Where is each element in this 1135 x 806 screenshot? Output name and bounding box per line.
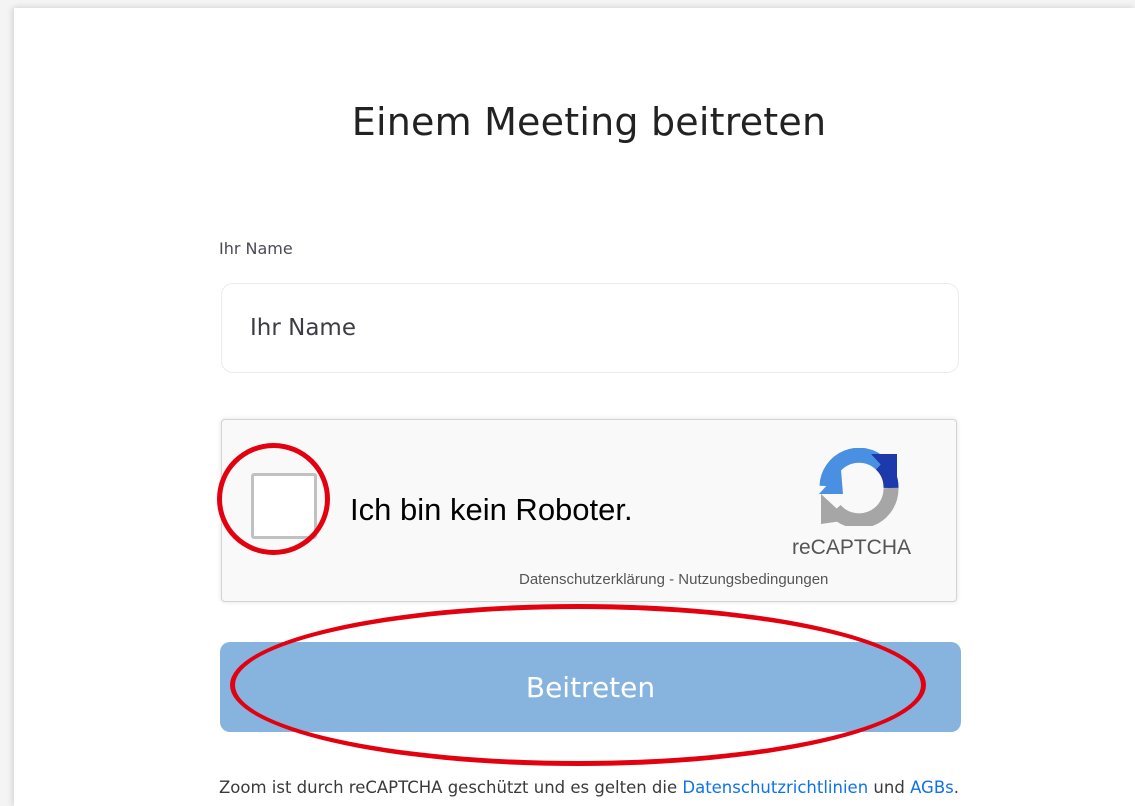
recaptcha-checkbox[interactable] — [251, 473, 317, 539]
footer-privacy-link[interactable]: Datenschutzrichtlinien — [682, 778, 868, 797]
recaptcha-links: Datenschutzerklärung - Nutzungsbedingung… — [519, 571, 828, 588]
recaptcha-widget: Ich bin kein Roboter. reCAPTCHA Datensch… — [221, 419, 957, 602]
page-title: Einem Meeting beitreten — [351, 100, 827, 144]
recaptcha-brand: reCAPTCHA — [792, 536, 912, 559]
join-meeting-card: Einem Meeting beitreten Ihr Name Ich bin… — [14, 8, 1135, 806]
footer-notice: Zoom ist durch reCAPTCHA geschützt und e… — [14, 778, 1135, 797]
recaptcha-terms-link[interactable]: Nutzungsbedingungen — [678, 571, 828, 588]
name-input[interactable] — [221, 283, 959, 373]
name-field-label: Ihr Name — [219, 239, 293, 258]
join-button[interactable]: Beitreten — [220, 642, 961, 732]
recaptcha-checkbox-label: Ich bin kein Roboter. — [350, 492, 633, 527]
footer-text-before: Zoom ist durch reCAPTCHA geschützt und e… — [218, 778, 683, 797]
recaptcha-logo-icon — [819, 448, 899, 526]
footer-text-middle: und — [868, 778, 911, 797]
recaptcha-links-separator: - — [664, 571, 679, 588]
footer-text-after: . — [953, 778, 960, 797]
footer-terms-link[interactable]: AGBs — [910, 778, 954, 797]
recaptcha-privacy-link[interactable]: Datenschutzerklärung — [519, 571, 665, 588]
